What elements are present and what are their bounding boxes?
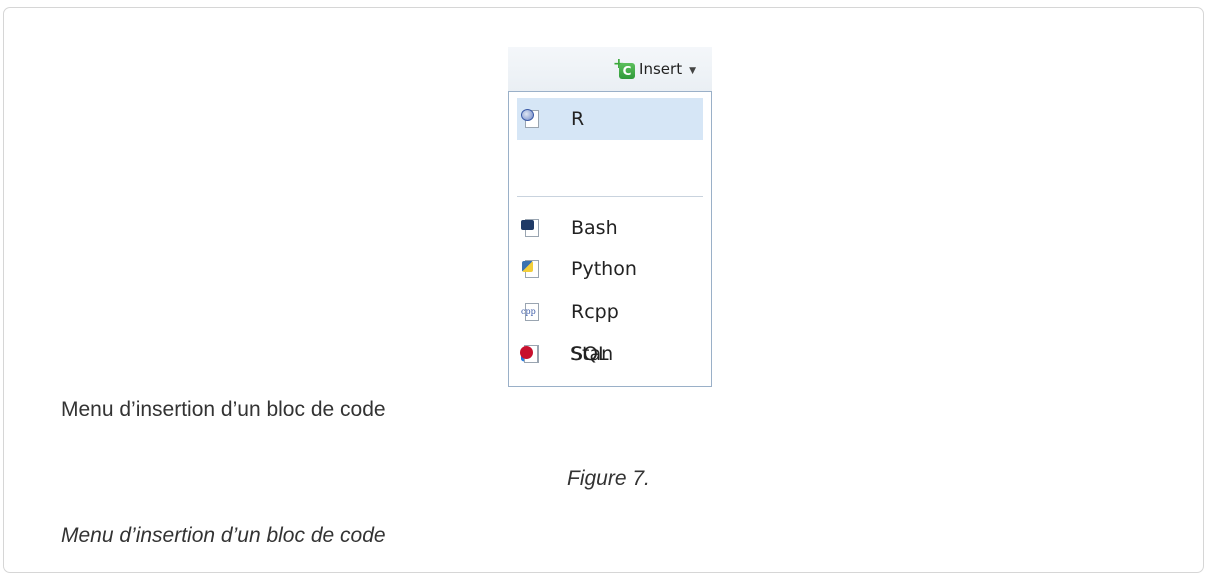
menu-separator	[517, 196, 703, 197]
rcpp-icon: cpp	[521, 302, 541, 322]
menu-item-stan[interactable]: Stan	[516, 333, 702, 375]
menu-item-label: Python	[571, 258, 637, 280]
insert-chunk-icon: + C	[613, 57, 636, 80]
toolbar: + C Insert ▼	[508, 47, 712, 91]
figure-caption: Menu d’insertion d’un bloc de code	[61, 524, 386, 547]
chevron-down-icon: ▼	[689, 65, 696, 76]
image-alt-text: Menu d’insertion d’un bloc de code	[61, 398, 386, 421]
menu-item-r[interactable]: R	[517, 98, 703, 140]
figure-label: Figure 7.	[567, 467, 650, 490]
menu-item-rcpp[interactable]: cpp Rcpp	[517, 291, 703, 333]
insert-button-label: Insert	[639, 60, 683, 78]
bash-icon	[521, 218, 541, 238]
stan-icon	[520, 344, 540, 364]
menu-item-bash[interactable]: Bash	[517, 207, 703, 249]
menu-item-label: R	[571, 108, 585, 130]
menu-item-label: Rcpp	[571, 301, 619, 323]
r-icon	[521, 109, 541, 129]
menu-item-label: Bash	[571, 217, 618, 239]
menu-item-label: Stan	[570, 343, 614, 365]
insert-chunk-button[interactable]: + C Insert ▼	[613, 57, 696, 81]
python-icon	[521, 259, 541, 279]
menu-item-python[interactable]: Python	[517, 248, 703, 290]
